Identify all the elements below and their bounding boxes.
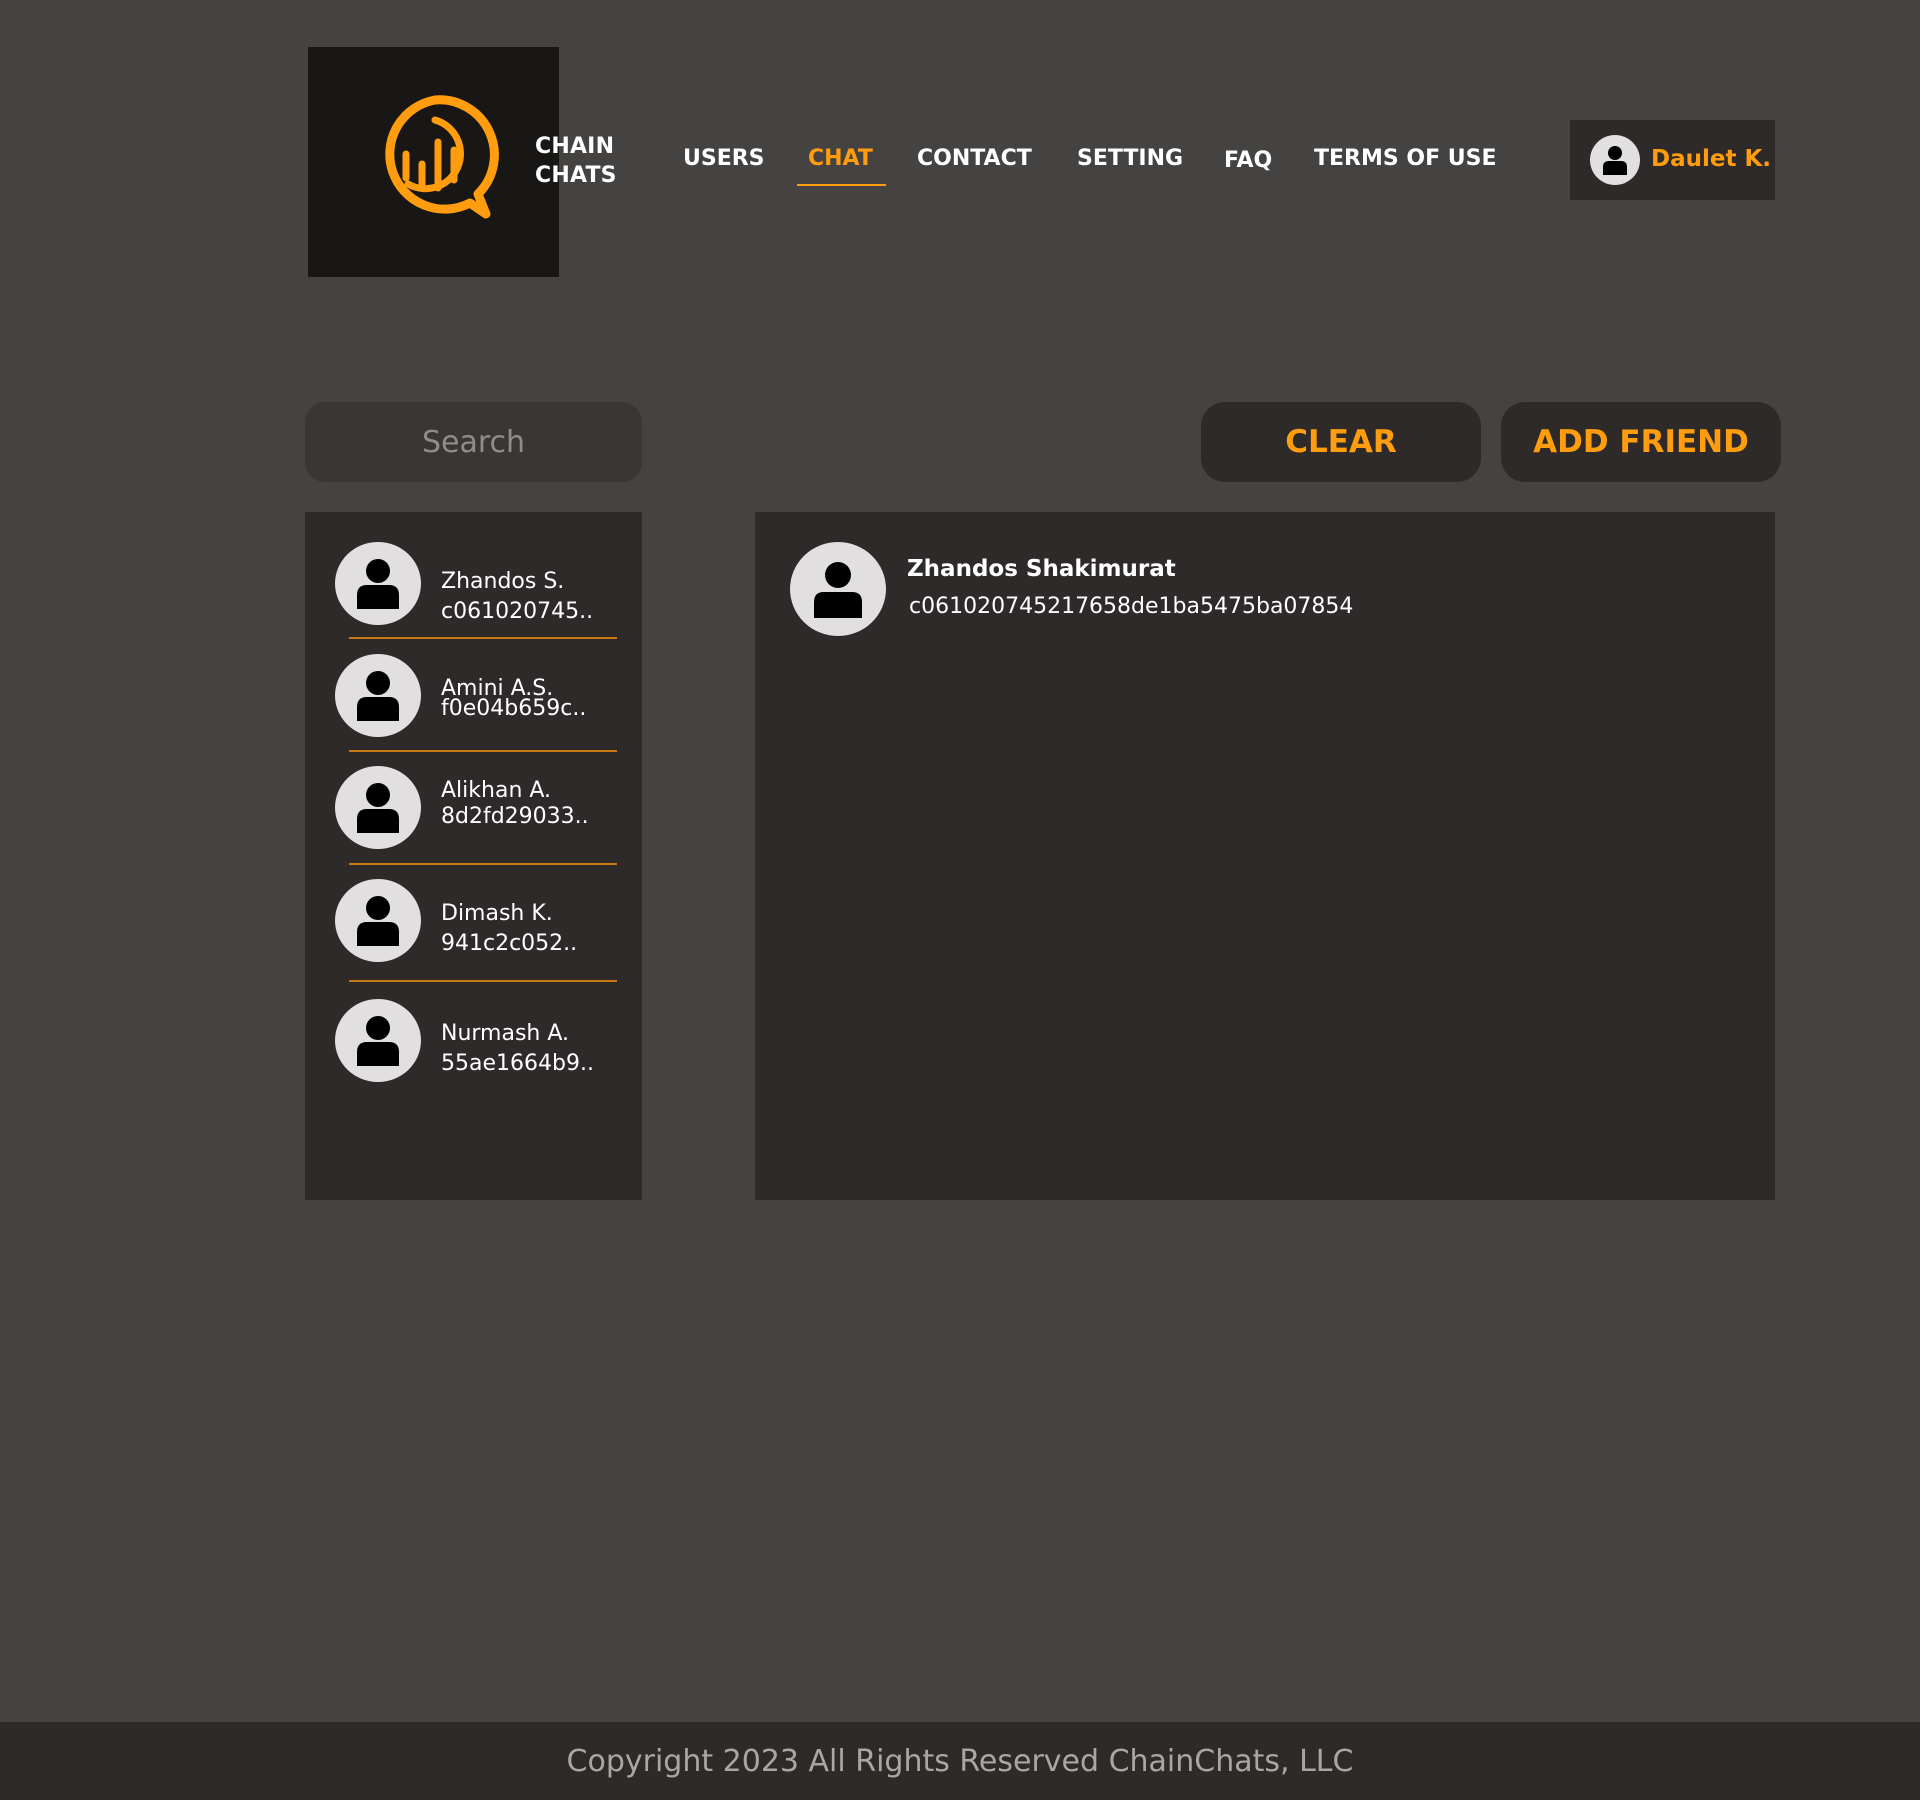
nav-setting[interactable]: SETTING — [1077, 146, 1183, 171]
contact-name: Zhandos S. — [441, 569, 565, 594]
list-item[interactable]: Alikhan A. 8d2fd29033.. — [305, 766, 642, 851]
list-item[interactable]: Zhandos S. c061020745.. — [305, 542, 642, 627]
logo[interactable] — [308, 47, 559, 277]
nav-users[interactable]: USERS — [683, 146, 765, 171]
divider — [349, 637, 617, 639]
avatar — [335, 542, 421, 625]
contact-id: 8d2fd29033.. — [441, 804, 589, 829]
contact-list: Zhandos S. c061020745.. Amini A.S. f0e04… — [305, 512, 642, 1200]
user-menu[interactable]: Daulet K. — [1570, 120, 1775, 200]
contact-id: 941c2c052.. — [441, 931, 578, 956]
nav-active-indicator — [797, 184, 886, 186]
copyright-text: Copyright 2023 All Rights Reserved Chain… — [566, 1743, 1354, 1779]
user-icon — [814, 562, 862, 618]
contact-name: Nurmash A. — [441, 1021, 570, 1046]
contact-id: f0e04b659c.. — [441, 696, 587, 721]
nav-faq[interactable]: FAQ — [1224, 148, 1272, 173]
contact-id: 55ae1664b9.. — [441, 1051, 594, 1076]
footer: Copyright 2023 All Rights Reserved Chain… — [0, 1722, 1920, 1800]
chat-contact-id: c061020745217658de1ba5475ba07854 — [909, 594, 1354, 619]
avatar — [335, 654, 421, 737]
brand-line-2: CHATS — [535, 163, 617, 188]
user-icon — [1603, 146, 1627, 175]
list-item[interactable]: Nurmash A. 55ae1664b9.. — [305, 999, 642, 1084]
avatar — [335, 999, 421, 1082]
chat-contact-name: Zhandos Shakimurat — [907, 556, 1176, 582]
contact-id: c061020745.. — [441, 599, 594, 624]
list-item[interactable]: Amini A.S. f0e04b659c.. — [305, 654, 642, 739]
user-icon — [357, 1016, 399, 1066]
user-icon — [357, 671, 399, 721]
divider — [349, 750, 617, 752]
nav-terms-of-use[interactable]: TERMS OF USE — [1314, 146, 1497, 171]
add-friend-button[interactable]: ADD FRIEND — [1501, 402, 1781, 482]
clear-button[interactable]: CLEAR — [1201, 402, 1481, 482]
avatar — [1590, 135, 1640, 185]
list-item[interactable]: Dimash K. 941c2c052.. — [305, 879, 642, 964]
contact-name: Alikhan A. — [441, 778, 552, 803]
brand-line-1: CHAIN — [535, 134, 615, 159]
avatar — [335, 766, 421, 849]
contact-name: Dimash K. — [441, 901, 553, 926]
divider — [349, 863, 617, 865]
avatar — [335, 879, 421, 962]
user-icon — [357, 559, 399, 609]
user-name: Daulet K. — [1651, 146, 1772, 172]
nav-contact[interactable]: CONTACT — [917, 146, 1032, 171]
brand-name: CHAIN CHATS — [535, 132, 617, 190]
chat-bubble-chart-icon — [385, 95, 499, 219]
chat-panel: Zhandos Shakimurat c061020745217658de1ba… — [755, 512, 1775, 1200]
search-input[interactable] — [305, 402, 642, 482]
user-icon — [357, 783, 399, 833]
nav-chat[interactable]: CHAT — [808, 146, 873, 171]
avatar — [790, 542, 886, 636]
divider — [349, 980, 617, 982]
user-icon — [357, 896, 399, 946]
